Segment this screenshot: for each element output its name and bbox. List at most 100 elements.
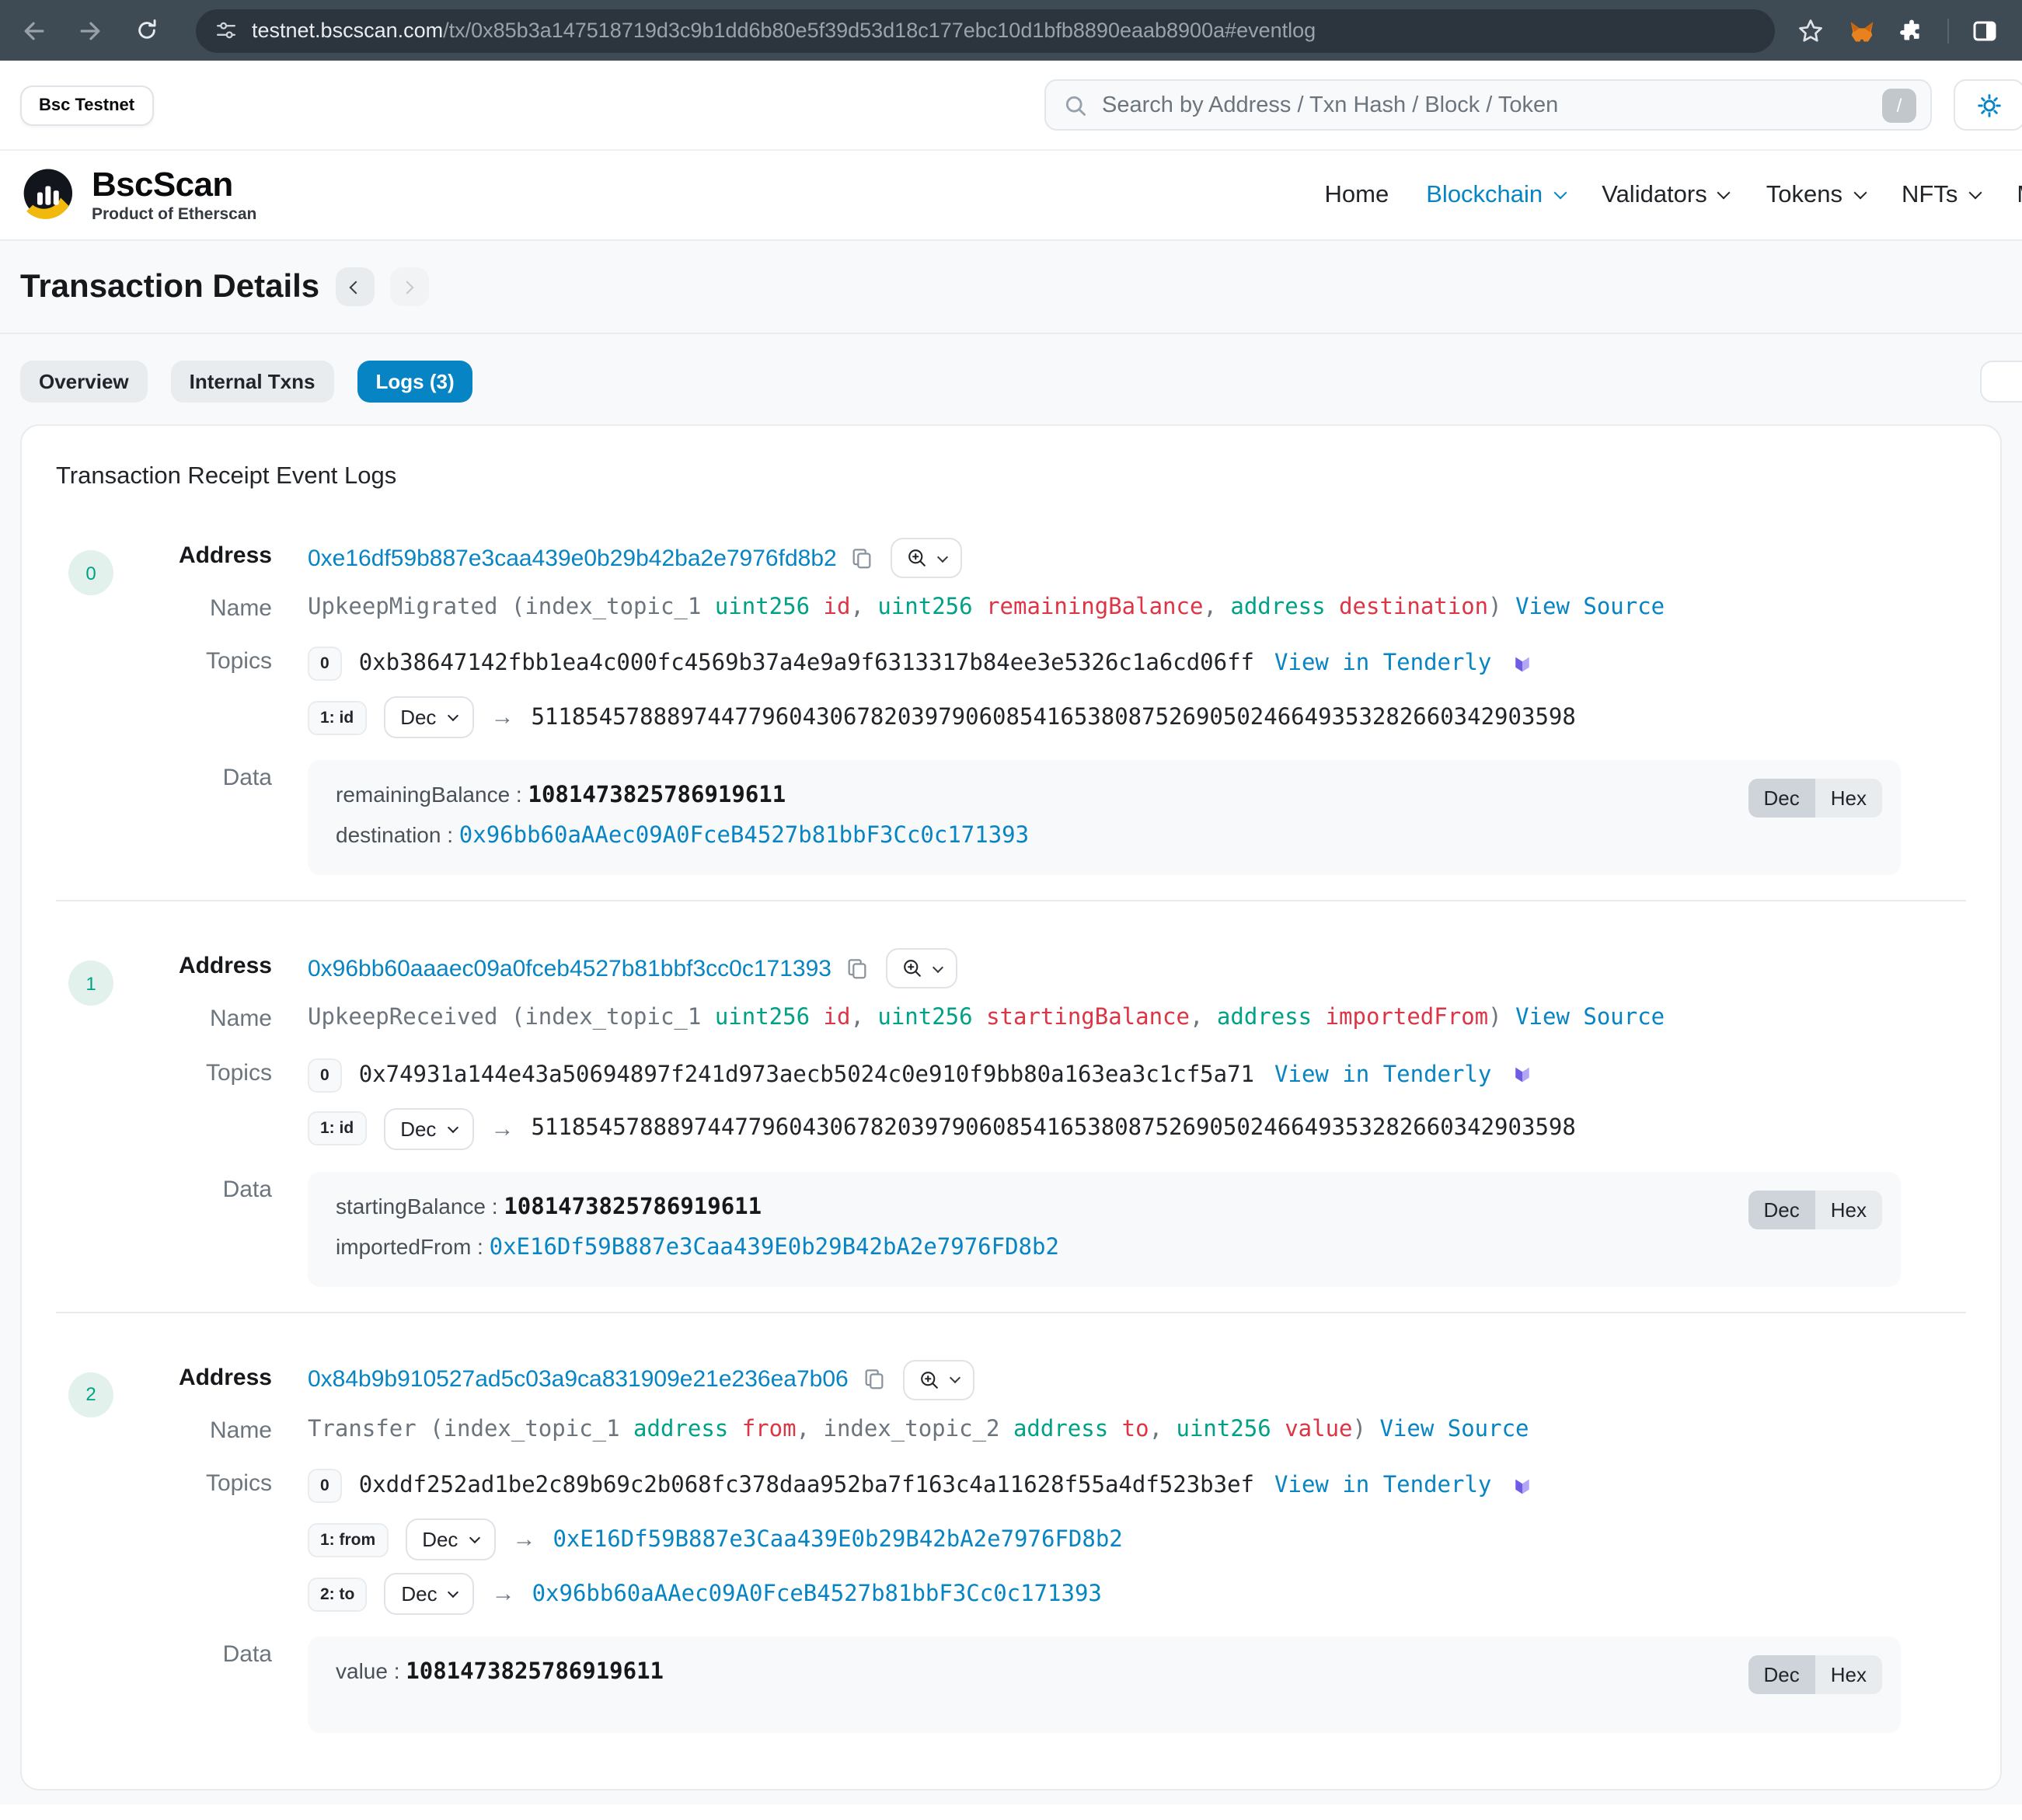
view-source-link[interactable]: View Source: [1515, 595, 1665, 620]
signature-token: [1326, 595, 1339, 620]
topic-index-badge: 0: [308, 1470, 342, 1504]
nav-item-validators[interactable]: Validators: [1602, 181, 1729, 209]
metamask-extension-icon[interactable]: [1848, 16, 1876, 44]
tenderly-icon: [1510, 1062, 1533, 1089]
topic-dec-select[interactable]: Dec: [405, 1519, 495, 1561]
site-settings-icon[interactable]: [214, 19, 238, 42]
magnifier-plus-icon: [919, 1369, 940, 1391]
topic-dec-select[interactable]: Dec: [383, 697, 473, 739]
topic-dec-select[interactable]: Dec: [383, 1108, 473, 1150]
chevron-down-icon: [448, 1588, 459, 1599]
title-divider: [0, 333, 2022, 334]
back-icon[interactable]: [19, 15, 50, 46]
chevron-down-icon: [938, 551, 949, 562]
bookmark-star-icon[interactable]: [1797, 16, 1825, 44]
tab-logs[interactable]: Logs (3): [357, 361, 473, 403]
view-in-tenderly-link[interactable]: View in Tenderly: [1274, 1474, 1491, 1499]
nav-item-tokens[interactable]: Tokens: [1766, 181, 1864, 209]
topic-value[interactable]: 0xE16Df59B887e3Caa439E0b29B42bA2e7976FD8…: [553, 1528, 1122, 1553]
view-in-tenderly-link[interactable]: View in Tenderly: [1274, 652, 1491, 677]
signature-token: [810, 595, 823, 620]
network-badge[interactable]: Bsc Testnet: [20, 85, 153, 125]
data-value[interactable]: 0xE16Df59B887e3Caa439E0b29B42bA2e7976FD8…: [490, 1236, 1059, 1260]
view-source-link[interactable]: View Source: [1379, 1417, 1529, 1442]
reload-icon[interactable]: [131, 15, 162, 46]
topic-index-badge: 1: id: [308, 1112, 366, 1146]
nav-item-more[interactable]: More: [2017, 181, 2022, 209]
data-box: startingBalance : 1081473825786919611imp…: [308, 1172, 1901, 1287]
dec-toggle-button[interactable]: Dec: [1748, 779, 1815, 818]
topic-value: 5118545788897447796043067820397906085416…: [531, 1117, 1575, 1142]
browser-window: testnet.bscscan.com/tx/0x85b3a147518719d…: [0, 0, 2022, 1820]
topic-index-badge: 1: from: [308, 1523, 388, 1557]
topic-row: 1: fromDec→0xE16Df59B887e3Caa439E0b29B42…: [308, 1519, 2000, 1561]
address-bar[interactable]: testnet.bscscan.com/tx/0x85b3a147518719d…: [196, 9, 1775, 52]
signature-token: ,: [1190, 1006, 1217, 1031]
log-address-link[interactable]: 0x96bb60aaaec09a0fceb4527b81bbf3cc0c1713…: [308, 956, 831, 982]
side-panel-icon[interactable]: [1972, 18, 1997, 43]
event-signature: UpkeepReceived (index_topic_1 uint256 id…: [308, 1002, 2000, 1037]
data-value[interactable]: 0x96bb60aAAec09A0FceB4527b81bbF3Cc0c1713…: [459, 825, 1029, 849]
url-path: /tx/0x85b3a147518719d3c9b1dd6b80e5f39d53…: [443, 19, 1316, 42]
view-source-link[interactable]: View Source: [1515, 1006, 1665, 1031]
hex-toggle-button[interactable]: Hex: [1815, 1191, 1882, 1229]
topics-rows: 00xb38647142fbb1ea4c000fc4569b37a4e9a9f6…: [308, 644, 2000, 739]
next-transaction-button[interactable]: [389, 267, 428, 306]
topic-index-badge: 2: to: [308, 1578, 367, 1612]
address-zoom-dropdown[interactable]: [891, 538, 963, 578]
chevron-down-icon: [469, 1533, 479, 1544]
signature-token: address: [1230, 595, 1325, 620]
nav-item-home[interactable]: Home: [1325, 181, 1389, 209]
topic-value[interactable]: 0x96bb60aAAec09A0FceB4527b81bbF3Cc0c1713…: [532, 1582, 1102, 1607]
event-log-entry: 0 Address 0xe16df59b887e3caa439e0b29b42b…: [22, 516, 2000, 876]
search-input[interactable]: Search by Address / Txn Hash / Block / T…: [1044, 79, 1932, 131]
topic-dec-select[interactable]: Dec: [384, 1574, 474, 1616]
nav-item-nfts[interactable]: NFTs: [1902, 181, 1979, 209]
log-divider: [56, 901, 1966, 902]
data-rows: remainingBalance : 1081473825786919611de…: [336, 776, 1873, 857]
address-zoom-dropdown[interactable]: [886, 949, 957, 989]
bscscan-logo[interactable]: BscScan Product of Etherscan: [20, 166, 256, 224]
tab-overview[interactable]: Overview: [20, 361, 148, 403]
bscscan-logo-icon: [20, 166, 78, 224]
data-value: 1081473825786919611: [528, 784, 786, 809]
signature-token: [973, 595, 986, 620]
log-address-link[interactable]: 0x84b9b910527ad5c03a9ca831909e21e236ea7b…: [308, 1367, 849, 1393]
view-in-tenderly-link[interactable]: View in Tenderly: [1274, 1063, 1491, 1088]
previous-transaction-button[interactable]: [335, 267, 374, 306]
signature-token: remainingBalance: [986, 595, 1203, 620]
chevron-down-icon: [1968, 186, 1982, 199]
dec-toggle-button[interactable]: Dec: [1748, 1191, 1815, 1229]
dec-toggle-button[interactable]: Dec: [1748, 1656, 1815, 1695]
signature-token: [1312, 1006, 1325, 1031]
signature-token: ,: [1149, 1417, 1177, 1442]
log-divider: [56, 1312, 1966, 1313]
data-param-label: remainingBalance :: [336, 783, 528, 807]
hex-toggle-button[interactable]: Hex: [1815, 1656, 1882, 1695]
tab-internal-txns[interactable]: Internal Txns: [171, 361, 334, 403]
signature-token: UpkeepMigrated (index_topic_1: [308, 595, 715, 620]
forward-icon[interactable]: [75, 15, 106, 46]
copy-icon[interactable]: [863, 1368, 886, 1392]
copy-icon[interactable]: [845, 957, 869, 981]
nav-item-blockchain[interactable]: Blockchain: [1426, 181, 1564, 209]
data-rows: startingBalance : 1081473825786919611imp…: [336, 1187, 1873, 1268]
theme-toggle-button[interactable]: [1954, 79, 2022, 131]
tab-partial-button[interactable]: [1980, 361, 2022, 403]
event-signature: Transfer (index_topic_1 address from, in…: [308, 1413, 2000, 1448]
signature-token: address: [1217, 1006, 1312, 1031]
address-zoom-dropdown[interactable]: [903, 1360, 974, 1400]
arrow-right-icon: →: [492, 1581, 515, 1608]
hex-toggle-button[interactable]: Hex: [1815, 779, 1882, 818]
name-label: Name: [22, 591, 272, 622]
data-row: value : 1081473825786919611: [336, 1653, 1873, 1693]
address-label: Address: [22, 538, 272, 569]
topic-row: 00x74931a144e43a50694897f241d973aecb5024…: [308, 1055, 2000, 1096]
chevron-down-icon: [447, 1122, 458, 1133]
event-logs-card: Transaction Receipt Event Logs 0 Address…: [20, 424, 2002, 1791]
extensions-icon[interactable]: [1899, 18, 1924, 43]
data-param-label: startingBalance :: [336, 1194, 504, 1219]
copy-icon[interactable]: [851, 546, 874, 570]
signature-token: ,: [850, 1006, 877, 1031]
log-address-link[interactable]: 0xe16df59b887e3caa439e0b29b42ba2e7976fd8…: [308, 545, 837, 571]
